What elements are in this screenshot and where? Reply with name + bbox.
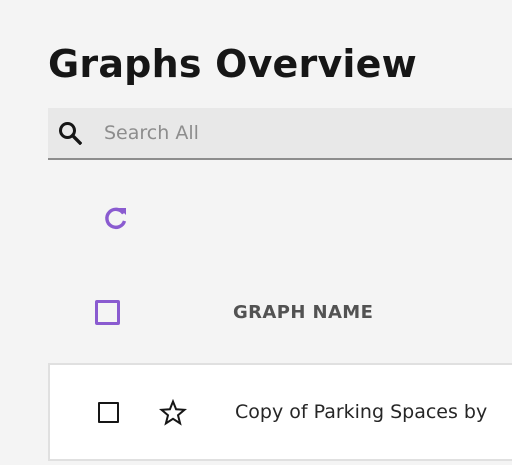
search-input[interactable] xyxy=(104,119,484,147)
select-all-checkbox[interactable] xyxy=(95,300,120,325)
star-icon[interactable] xyxy=(158,398,188,427)
column-header-graph-name[interactable]: GRAPH NAME xyxy=(233,302,373,323)
row-checkbox[interactable] xyxy=(98,402,119,423)
search-bar[interactable] xyxy=(48,108,512,160)
refresh-icon xyxy=(102,204,130,236)
graph-name-cell[interactable]: Copy of Parking Spaces by xyxy=(235,401,512,423)
page-title: Graphs Overview xyxy=(48,42,417,86)
search-icon xyxy=(58,121,83,146)
table-header: GRAPH NAME xyxy=(48,278,512,350)
refresh-button[interactable] xyxy=(96,200,136,240)
table-row[interactable]: Copy of Parking Spaces by xyxy=(48,363,512,461)
